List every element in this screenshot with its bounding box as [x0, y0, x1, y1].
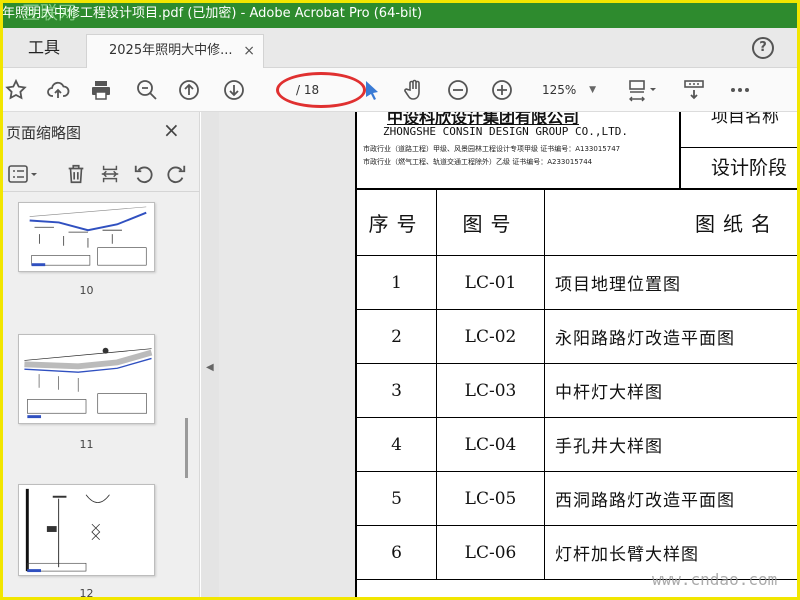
- drawing-index-table: 序号 图号 图纸名 1 LC-01 项目地理位置图 2 LC-02 永阳路路灯改…: [357, 190, 800, 580]
- row-number: 4: [357, 418, 437, 471]
- row-number: 3: [357, 364, 437, 417]
- row-code: LC-03: [437, 364, 545, 417]
- zoom-plus-icon[interactable]: [488, 76, 516, 104]
- table-header-row: 序号 图号 图纸名: [357, 190, 800, 256]
- cloud-upload-icon[interactable]: [44, 76, 72, 104]
- table-row: 3 LC-03 中杆灯大样图: [357, 364, 800, 418]
- help-icon[interactable]: ?: [752, 37, 774, 59]
- highlight-ellipse: [276, 72, 366, 108]
- print-icon[interactable]: [87, 76, 115, 104]
- company-name-en: ZHONGSHE CONSIN DESIGN GROUP CO.,LTD.: [383, 125, 629, 138]
- row-name: 永阳路路灯改造平面图: [555, 329, 735, 349]
- thumbnail-page-number: 12: [79, 587, 94, 600]
- row-name: 手孔井大样图: [555, 437, 663, 457]
- title-block-company: 中设科欣设计集团有限公司 ZHONGSHE CONSIN DESIGN GROU…: [357, 112, 681, 190]
- fit-page-icon[interactable]: [622, 76, 662, 104]
- hand-icon[interactable]: [400, 76, 428, 104]
- document-viewport[interactable]: 中设科欣设计集团有限公司 ZHONGSHE CONSIN DESIGN GROU…: [219, 112, 800, 600]
- row-code: LC-04: [437, 418, 545, 471]
- row-name: 西洞路路灯改造平面图: [555, 491, 735, 511]
- page-thumbnail[interactable]: [18, 334, 155, 424]
- page-down-icon[interactable]: [220, 76, 248, 104]
- page-up-icon[interactable]: [175, 76, 203, 104]
- row-name: 中杆灯大样图: [555, 383, 663, 403]
- row-name: 项目地理位置图: [555, 275, 681, 295]
- header-name: 图纸名: [695, 212, 779, 236]
- title-block-project: 项目名称 设计阶段: [681, 112, 800, 190]
- table-row: 2 LC-02 永阳路路灯改造平面图: [357, 310, 800, 364]
- panel-close-icon[interactable]: ×: [163, 118, 180, 142]
- zoom-value: 125%: [542, 83, 577, 97]
- select-cursor-icon[interactable]: [358, 76, 386, 104]
- rotate-cw-icon[interactable]: [164, 162, 188, 186]
- table-row: 1 LC-01 项目地理位置图: [357, 256, 800, 310]
- thumbnail-list: 10 11 12: [0, 196, 180, 600]
- panel-title: 页面缩略图: [6, 124, 82, 142]
- zoom-out-magnifier-icon[interactable]: [133, 76, 161, 104]
- thumbnail-panel: 页面缩略图 × 10 11 12: [0, 112, 200, 600]
- row-code: LC-02: [437, 310, 545, 363]
- title-watermark: 互联网: [22, 3, 76, 24]
- thumbnail-page-number: 10: [79, 284, 94, 297]
- insert-page-icon[interactable]: [98, 162, 122, 186]
- thumbnail-toolbar: [0, 156, 200, 192]
- tab-document[interactable]: 2025年照明大中修... ×: [86, 34, 264, 68]
- chevron-down-icon: ▼: [589, 85, 596, 95]
- zoom-minus-icon[interactable]: [444, 76, 472, 104]
- row-number: 2: [357, 310, 437, 363]
- project-name-label: 项目名称: [681, 112, 800, 148]
- row-code: LC-05: [437, 472, 545, 525]
- row-number: 1: [357, 256, 437, 309]
- tab-document-label: 2025年照明大中修...: [109, 43, 233, 58]
- table-row: 5 LC-05 西洞路路灯改造平面图: [357, 472, 800, 526]
- row-code: LC-06: [437, 526, 545, 579]
- row-number: 6: [357, 526, 437, 579]
- certificate-line-2: 市政行业（燃气工程、轨道交通工程除外）乙级 证书编号：A233015744: [363, 158, 593, 166]
- header-number: 序号: [357, 190, 437, 255]
- certificate-line-1: 市政行业（道路工程）甲级、风景园林工程设计专项甲级 证书编号：A13301574…: [363, 145, 621, 153]
- thumbnail-options-icon[interactable]: [6, 162, 40, 186]
- header-code: 图号: [437, 190, 545, 255]
- main-toolbar: / 18 125% ▼: [0, 68, 800, 112]
- scroll-mode-icon[interactable]: [680, 76, 708, 104]
- design-stage-label: 设计阶段: [711, 157, 788, 179]
- tab-bar: 工具 2025年照明大中修... ×: [0, 28, 800, 68]
- row-number: 5: [357, 472, 437, 525]
- tab-tools[interactable]: 工具: [8, 28, 80, 68]
- pdf-page: 中设科欣设计集团有限公司 ZHONGSHE CONSIN DESIGN GROU…: [355, 112, 800, 600]
- site-watermark: www.cndao.com: [652, 570, 778, 589]
- panel-collapse-handle[interactable]: ◀: [201, 112, 219, 600]
- chevron-left-icon: ◀: [206, 362, 214, 373]
- thumbnail-page-number: 11: [79, 438, 94, 451]
- zoom-select[interactable]: 125% ▼: [530, 78, 602, 102]
- trash-icon[interactable]: [64, 162, 88, 186]
- page-thumbnail[interactable]: [18, 202, 155, 272]
- row-code: LC-01: [437, 256, 545, 309]
- title-bar: 年照明大中修工程设计项目.pdf (已加密) - Adobe Acrobat P…: [0, 0, 800, 28]
- more-icon[interactable]: [726, 76, 754, 104]
- rotate-ccw-icon[interactable]: [132, 162, 156, 186]
- thumbnail-scrollbar[interactable]: [185, 418, 188, 478]
- table-row: 4 LC-04 手孔井大样图: [357, 418, 800, 472]
- page-thumbnail[interactable]: [18, 484, 155, 576]
- star-icon[interactable]: [2, 76, 30, 104]
- tab-close-icon[interactable]: ×: [243, 35, 255, 67]
